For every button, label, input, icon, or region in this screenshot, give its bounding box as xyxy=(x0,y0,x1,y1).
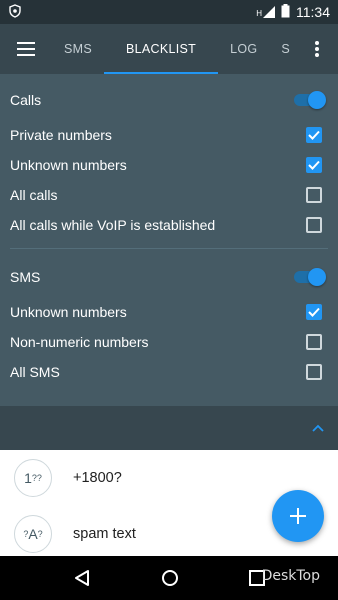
option-sms-unknown-numbers[interactable]: Unknown numbers xyxy=(0,297,338,327)
option-all-calls[interactable]: All calls xyxy=(0,180,338,210)
app-toolbar: SMS BLACKLIST LOG S xyxy=(0,24,338,74)
sms-unknown-numbers-checkbox[interactable] xyxy=(306,304,322,320)
tab-log[interactable]: LOG xyxy=(218,24,269,74)
calls-section-header: Calls xyxy=(0,80,338,120)
check-icon xyxy=(308,130,320,140)
home-icon[interactable] xyxy=(161,569,179,587)
all-sms-checkbox[interactable] xyxy=(306,364,322,380)
all-calls-checkbox[interactable] xyxy=(306,187,322,203)
shield-icon xyxy=(8,3,22,21)
calls-title: Calls xyxy=(10,92,42,108)
sms-section-header: SMS xyxy=(0,257,338,297)
calls-toggle[interactable] xyxy=(294,90,326,110)
option-label: Private numbers xyxy=(10,127,112,143)
sms-toggle[interactable] xyxy=(294,267,326,287)
more-vert-icon xyxy=(315,41,319,57)
option-label: Unknown numbers xyxy=(10,157,127,173)
sms-title: SMS xyxy=(10,269,41,285)
status-bar: H 11:34 xyxy=(0,0,338,24)
menu-button[interactable] xyxy=(0,24,52,74)
battery-icon xyxy=(281,3,290,21)
number-pattern-avatar: 1?? xyxy=(14,459,52,497)
option-private-numbers[interactable]: Private numbers xyxy=(0,120,338,150)
hamburger-icon xyxy=(17,42,35,56)
blacklist-settings-panel: Calls Private numbers Unknown numbers Al… xyxy=(0,74,338,406)
private-numbers-checkbox[interactable] xyxy=(306,127,322,143)
blacklist-entries: 1?? +1800? ? A? spam text xyxy=(0,450,338,556)
unknown-numbers-checkbox[interactable] xyxy=(306,157,322,173)
tab-sms[interactable]: SMS xyxy=(52,24,104,74)
all-calls-voip-checkbox[interactable] xyxy=(306,217,322,233)
option-label: Non-numeric numbers xyxy=(10,334,149,350)
avatar-sub: ?? xyxy=(31,473,42,483)
option-label: All calls xyxy=(10,187,58,203)
plus-icon xyxy=(290,508,306,524)
option-unknown-numbers[interactable]: Unknown numbers xyxy=(0,150,338,180)
option-label: All SMS xyxy=(10,364,60,380)
option-all-calls-voip[interactable]: All calls while VoIP is established xyxy=(0,210,338,240)
option-all-sms[interactable]: All SMS xyxy=(0,357,338,387)
tab-blacklist[interactable]: BLACKLIST xyxy=(104,24,219,74)
avatar-main: 1 xyxy=(24,470,32,486)
check-icon xyxy=(308,160,320,170)
avatar-sub: ? xyxy=(37,529,43,539)
entry-text: spam text xyxy=(73,526,136,542)
entry-text: +1800? xyxy=(73,470,122,486)
add-entry-button[interactable] xyxy=(272,490,324,542)
avatar-main: A xyxy=(28,526,38,542)
signal-icon: H xyxy=(256,6,275,18)
option-label: All calls while VoIP is established xyxy=(10,217,216,233)
overflow-menu-button[interactable] xyxy=(302,24,332,74)
collapse-bar[interactable] xyxy=(0,406,338,450)
option-label: Unknown numbers xyxy=(10,304,127,320)
section-divider xyxy=(10,248,328,249)
non-numeric-numbers-checkbox[interactable] xyxy=(306,334,322,350)
chevron-up-icon[interactable] xyxy=(312,424,324,432)
system-navigation-bar: DeskTop xyxy=(0,556,338,600)
tab-bar: SMS BLACKLIST LOG S xyxy=(52,24,338,74)
signal-letter: H xyxy=(256,9,262,18)
clock: 11:34 xyxy=(296,4,330,20)
tab-settings[interactable]: S xyxy=(269,24,302,74)
watermark-text: DeskTop xyxy=(261,568,320,584)
option-non-numeric-numbers[interactable]: Non-numeric numbers xyxy=(0,327,338,357)
check-icon xyxy=(308,307,320,317)
back-icon[interactable] xyxy=(73,569,91,587)
text-pattern-avatar: ? A? xyxy=(14,515,52,553)
